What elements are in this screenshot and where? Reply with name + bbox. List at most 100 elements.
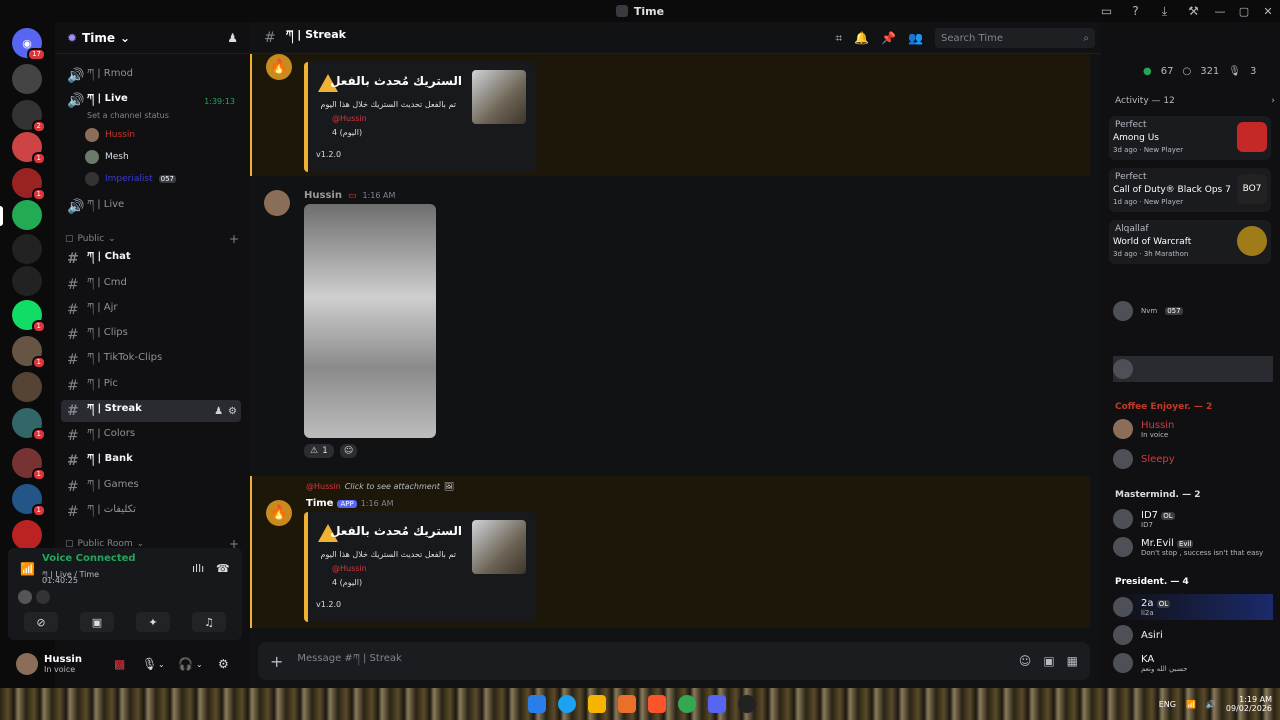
chevron-down-icon[interactable]: ⌄ — [196, 660, 203, 669]
invite-icon[interactable]: ♟ — [214, 406, 223, 417]
mod-icon[interactable]: ⚒ — [1179, 0, 1208, 22]
voice-user[interactable]: Hussin — [85, 128, 135, 142]
activity-card[interactable]: Alqallaf World of Warcraft 3d ago · 3h Mar… — [1109, 220, 1271, 264]
channel-assignments[interactable]: # ཀ | تكليفات — [61, 501, 241, 523]
edge-icon[interactable] — [558, 695, 576, 713]
search-input[interactable]: Search Time ⌕ — [935, 28, 1095, 48]
download-icon[interactable]: ⤓ — [1150, 0, 1179, 22]
threads-icon[interactable]: ⌗ — [835, 31, 842, 46]
plus-icon[interactable]: + — [270, 652, 283, 671]
channel-pic[interactable]: # ཀ | Pic — [61, 375, 241, 397]
emoji-icon[interactable]: ☺ — [1019, 654, 1032, 668]
folder-icon[interactable] — [588, 695, 606, 713]
noise-suppression-icon[interactable]: ıllı — [192, 562, 204, 575]
channel-streak[interactable]: # ཀ | Streak ♟ ⚙ — [61, 400, 241, 422]
voice-user[interactable]: Imperialist 057 — [85, 172, 176, 186]
server-icon-time[interactable] — [12, 200, 42, 230]
user-settings-icon[interactable]: ⚙ — [218, 657, 229, 671]
author-name[interactable]: Hussin — [304, 190, 342, 201]
member-row[interactable]: ID7 OL ID7 — [1113, 506, 1273, 532]
guild-header[interactable]: ✹ Time ⌄ ♟ — [55, 22, 250, 54]
channel-cmd[interactable]: # ཀ | Cmd — [61, 274, 241, 296]
message-input[interactable]: Message #ཀ | Streak — [297, 647, 401, 675]
channel-colors[interactable]: # ཀ | Colors — [61, 425, 241, 447]
disconnect-icon[interactable]: ☎ — [216, 562, 230, 575]
home-icon[interactable]: ◉ 17 — [12, 28, 46, 61]
wifi-icon[interactable]: 📶 — [1186, 700, 1196, 709]
voice-channel-rmod[interactable]: 🔊 ཀ | Rmod — [61, 65, 241, 87]
add-friend-icon[interactable]: ♟ — [227, 31, 238, 45]
image-attachment[interactable] — [304, 204, 436, 438]
server-icon-7[interactable]: 1 — [12, 300, 46, 333]
member-row[interactable]: Hussin In voice — [1113, 416, 1273, 442]
add-channel-icon[interactable]: + — [229, 232, 239, 246]
maximize-button[interactable]: ▢ — [1232, 0, 1256, 22]
member-row[interactable]: Asiri — [1113, 622, 1273, 648]
server-icon-8[interactable]: 1 — [12, 408, 46, 441]
user-avatar[interactable] — [16, 653, 38, 675]
channel-clips[interactable]: # ཀ | Clips — [61, 324, 241, 346]
server-icon-1[interactable] — [12, 64, 42, 94]
mic-icon[interactable]: 🎙 — [142, 657, 157, 671]
inbox-icon[interactable]: ▭ — [1092, 0, 1121, 22]
category-public[interactable]: ▢ Public ⌄ + — [65, 232, 239, 246]
server-folder-3[interactable]: 1 — [12, 448, 46, 481]
activities-button[interactable]: ✦ — [136, 612, 170, 632]
member-row[interactable] — [1113, 356, 1273, 382]
server-folder-2[interactable] — [12, 372, 42, 402]
signal-icon[interactable]: 📶 — [20, 562, 35, 576]
gear-icon[interactable]: ⚙ — [228, 406, 237, 417]
server-icon-4[interactable]: 1 — [12, 168, 46, 201]
steam-icon[interactable] — [738, 695, 756, 713]
app-icon[interactable] — [618, 695, 636, 713]
server-folder-1[interactable]: 1 — [12, 336, 46, 369]
clock[interactable]: 1:19 AM 09/02/2026 — [1226, 695, 1272, 713]
channel-games[interactable]: # ཀ | Games — [61, 476, 241, 498]
activity-card[interactable]: Perfect Among Us 3d ago · New Player — [1109, 116, 1271, 160]
channel-bank[interactable]: # ཀ | Bank — [61, 450, 241, 472]
server-icon-2[interactable]: 2 — [12, 100, 46, 133]
member-row[interactable]: KA حسبي الله ونعم — [1113, 650, 1273, 676]
member-row[interactable]: 2a OL li2a — [1113, 594, 1273, 620]
pin-icon[interactable]: 📌 — [881, 31, 896, 45]
message-bot-2[interactable]: @Hussin Click to see attachment 🖼 🔥 Time… — [250, 476, 1090, 628]
reaction[interactable]: ⚠ 1 — [304, 444, 334, 458]
screen-share-button[interactable]: ▣ — [80, 612, 114, 632]
member-row[interactable]: Mr.Evil Evil Don't stop , success isn't t… — [1113, 534, 1273, 560]
message-bot-1[interactable]: 🔥 الستريك مُحدث بالفعل تم بالفعل تحديث ا… — [250, 54, 1090, 176]
channel-status[interactable]: Set a channel status — [87, 111, 169, 120]
server-icon-9[interactable] — [12, 520, 42, 550]
voice-user[interactable]: Mesh — [85, 150, 129, 164]
channel-ajr[interactable]: # ཀ | Ajr — [61, 299, 241, 321]
chevron-down-icon[interactable]: ⌄ — [158, 660, 165, 669]
headphones-icon[interactable]: 🎧 — [178, 657, 193, 671]
channel-chat[interactable]: # ཀ | Chat — [61, 248, 241, 270]
help-icon[interactable]: ? — [1121, 0, 1150, 22]
message-composer[interactable]: + Message #ཀ | Streak ☺ ▣ ▦ — [258, 642, 1090, 680]
server-icon-5[interactable] — [12, 234, 42, 264]
camera-off-icon[interactable]: ▩ — [114, 657, 125, 671]
apps-icon[interactable]: ▦ — [1067, 654, 1078, 668]
soundboard-button[interactable]: ♫ — [192, 612, 226, 632]
activity-header[interactable]: Activity — 12 › — [1115, 96, 1275, 106]
sticker-icon[interactable]: ▣ — [1043, 654, 1054, 668]
member-row[interactable]: Nvm 057 — [1113, 298, 1273, 324]
lang-indicator[interactable]: ENG — [1159, 700, 1176, 709]
minimize-button[interactable]: — — [1208, 0, 1232, 22]
discord-icon[interactable] — [708, 695, 726, 713]
voice-channel-live-2[interactable]: 🔊 ཀ | Live — [61, 196, 241, 218]
falcon-thumbnail[interactable] — [472, 520, 526, 574]
start-icon[interactable] — [528, 695, 546, 713]
server-folder-4[interactable]: 1 — [12, 484, 46, 517]
activity-card[interactable]: Perfect Call of Duty® Black Ops 7 1d ago ·… — [1109, 168, 1271, 212]
add-reaction-icon[interactable]: ☺ — [339, 444, 358, 458]
voice-channel-live[interactable]: 🔊 ཀ | Live 1:39:13 — [61, 90, 241, 112]
close-button[interactable]: ✕ — [1256, 0, 1280, 22]
server-icon-3[interactable]: 1 — [12, 132, 46, 165]
brave-icon[interactable] — [648, 695, 666, 713]
falcon-thumbnail[interactable] — [472, 70, 526, 124]
bell-icon[interactable]: 🔔 — [854, 31, 869, 45]
server-icon-6[interactable] — [12, 266, 42, 296]
chrome-icon[interactable] — [678, 695, 696, 713]
volume-icon[interactable]: 🔊 — [1206, 700, 1216, 709]
